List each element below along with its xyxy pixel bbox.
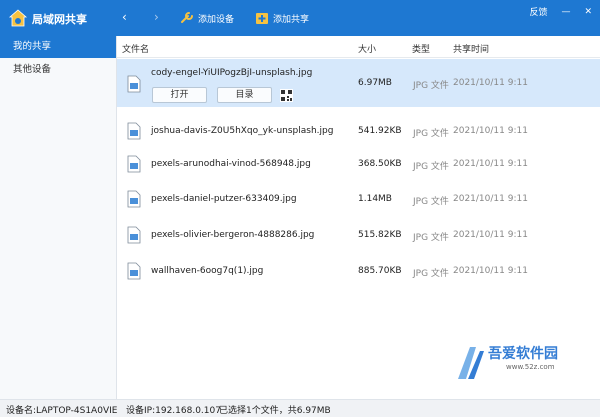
feedback-link[interactable]: 反馈 — [529, 5, 547, 18]
forward-arrow-icon[interactable]: › — [154, 11, 159, 23]
file-size: 515.82KB — [358, 230, 402, 240]
file-type: JPG 文件 — [413, 197, 449, 207]
window-controls: 反馈 — ✕ — [529, 5, 592, 19]
file-size: 6.97MB — [358, 78, 392, 88]
share-time: 2021/10/11 9:11 — [453, 78, 528, 88]
table-header: 文件名 大小 类型 共享时间 — [117, 36, 600, 58]
file-size: 368.50KB — [358, 159, 402, 169]
image-file-icon — [127, 122, 141, 140]
table-row[interactable]: cody-engel-YiUIPogzBjI-unsplash.jpg 6.97… — [117, 59, 600, 107]
image-file-icon — [127, 226, 141, 244]
watermark-logo-icon — [458, 347, 484, 379]
file-name: wallhaven-6oog7q(1).jpg — [151, 266, 264, 276]
image-file-icon — [127, 75, 141, 93]
status-bar: 设备名:LAPTOP-4S1A0VIE 设备IP:192.168.0.107 已… — [0, 399, 600, 417]
file-type: JPG 文件 — [413, 129, 449, 139]
share-time: 2021/10/11 9:11 — [453, 230, 528, 240]
image-file-icon — [127, 155, 141, 173]
minimize-icon[interactable]: — — [561, 7, 570, 17]
column-header-type[interactable]: 类型 — [412, 42, 430, 55]
file-size: 1.14MB — [358, 194, 392, 204]
table-row[interactable]: joshua-davis-Z0U5hXqo_yk-unsplash.jpg 54… — [117, 116, 600, 146]
table-row[interactable]: pexels-daniel-putzer-633409.jpg 1.14MB J… — [117, 184, 600, 214]
file-name: pexels-daniel-putzer-633409.jpg — [151, 194, 297, 204]
folder-button[interactable]: 目录 — [217, 87, 272, 103]
sidebar-item-label: 其他设备 — [13, 64, 52, 75]
share-time: 2021/10/11 9:11 — [453, 194, 528, 204]
sidebar-item-my-share[interactable]: 我的共享 — [0, 36, 116, 58]
watermark: 吾爱软件园 www.52z.com — [454, 343, 594, 395]
add-device-label: 添加设备 — [198, 14, 235, 25]
back-arrow-icon[interactable]: ‹ — [122, 11, 127, 23]
image-file-icon — [127, 190, 141, 208]
file-type: JPG 文件 — [413, 233, 449, 243]
watermark-url: www.52z.com — [506, 363, 555, 371]
open-button[interactable]: 打开 — [152, 87, 207, 103]
file-size: 885.70KB — [358, 266, 402, 276]
share-time: 2021/10/11 9:11 — [453, 126, 528, 136]
column-header-size[interactable]: 大小 — [358, 42, 376, 55]
column-header-name[interactable]: 文件名 — [122, 42, 149, 55]
file-name: joshua-davis-Z0U5hXqo_yk-unsplash.jpg — [151, 126, 334, 136]
status-device-ip: 设备IP:192.168.0.107 — [126, 406, 221, 416]
add-device-button[interactable]: 添加设备 — [180, 11, 234, 25]
table-row[interactable]: pexels-arunodhai-vinod-568948.jpg 368.50… — [117, 149, 600, 179]
app-title: 局域网共享 — [32, 13, 87, 26]
file-name: cody-engel-YiUIPogzBjI-unsplash.jpg — [151, 68, 313, 78]
table-row[interactable]: wallhaven-6oog7q(1).jpg 885.70KB JPG 文件 … — [117, 256, 600, 286]
app-logo-icon — [8, 9, 28, 27]
sidebar: 我的共享 其他设备 — [0, 36, 117, 399]
share-time: 2021/10/11 9:11 — [453, 159, 528, 169]
file-size: 541.92KB — [358, 126, 402, 136]
file-type: JPG 文件 — [413, 162, 449, 172]
close-icon[interactable]: ✕ — [584, 7, 592, 17]
file-type: JPG 文件 — [413, 81, 449, 91]
watermark-text: 吾爱软件园 — [488, 346, 558, 362]
add-share-label: 添加共享 — [273, 14, 310, 25]
table-row[interactable]: pexels-olivier-bergeron-4888286.jpg 515.… — [117, 220, 600, 250]
file-name: pexels-olivier-bergeron-4888286.jpg — [151, 230, 315, 240]
add-share-button[interactable]: 添加共享 — [255, 11, 309, 25]
column-header-time[interactable]: 共享时间 — [453, 42, 489, 55]
file-type: JPG 文件 — [413, 269, 449, 279]
sidebar-item-other-devices[interactable]: 其他设备 — [0, 59, 116, 81]
status-device-name: 设备名:LAPTOP-4S1A0VIE — [6, 406, 118, 416]
sidebar-item-label: 我的共享 — [13, 41, 52, 52]
qr-code-icon[interactable] — [280, 89, 293, 102]
title-bar: 局域网共享 ‹ › 添加设备 添加共享 反馈 — ✕ — [0, 0, 600, 36]
wrench-icon — [181, 12, 193, 23]
add-share-icon — [256, 13, 268, 24]
file-name: pexels-arunodhai-vinod-568948.jpg — [151, 159, 311, 169]
status-selection: 已选择1个文件，共6.97MB — [219, 406, 331, 416]
share-time: 2021/10/11 9:11 — [453, 266, 528, 276]
image-file-icon — [127, 262, 141, 280]
